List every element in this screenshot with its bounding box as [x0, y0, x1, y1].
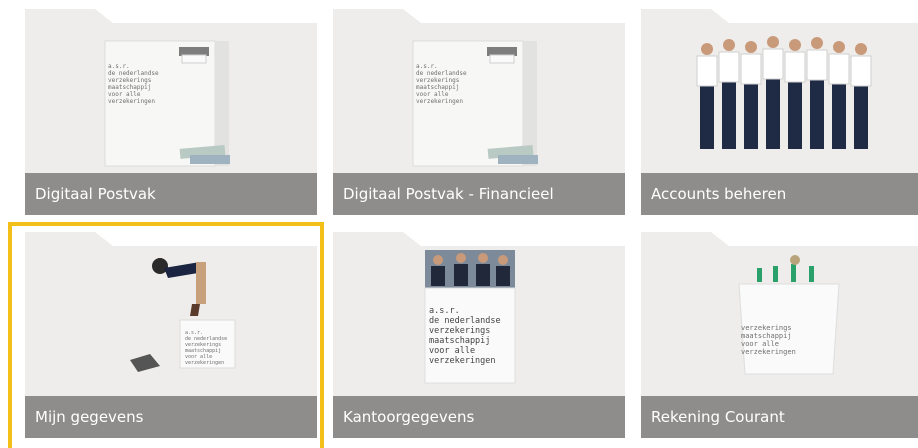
- tile-kantoorgegevens[interactable]: a.s.r. de nederlandse verzekerings maats…: [333, 232, 625, 438]
- tile-accounts-beheren[interactable]: Accounts beheren: [641, 9, 918, 215]
- table-illustration: [738, 255, 840, 375]
- tile-digitaal-postvak-financieel[interactable]: a.s.r. de nederlandse verzekerings maats…: [333, 9, 625, 215]
- tile-rekening-courant[interactable]: verzekerings maatschappij voor alle verz…: [641, 232, 918, 438]
- box-brand-text: a.s.r. de nederlandse verzekerings maats…: [416, 63, 467, 105]
- selected-tile-highlight: [8, 222, 324, 448]
- team-illustration: [696, 36, 872, 149]
- table-brand-text: verzekerings maatschappij voor alle verz…: [741, 324, 796, 356]
- tile-digitaal-postvak[interactable]: a.s.r. de nederlandse verzekerings maats…: [25, 9, 317, 215]
- sign-brand-text: a.s.r. de nederlandse verzekerings maats…: [429, 306, 501, 366]
- tile-label: Digitaal Postvak: [25, 173, 317, 215]
- tile-label: Rekening Courant: [641, 396, 918, 438]
- tile-label: Digitaal Postvak - Financieel: [333, 173, 625, 215]
- tile-label: Kantoorgegevens: [333, 396, 625, 438]
- tile-label: Accounts beheren: [641, 173, 918, 215]
- box-brand-text: a.s.r. de nederlandse verzekerings maats…: [108, 63, 159, 105]
